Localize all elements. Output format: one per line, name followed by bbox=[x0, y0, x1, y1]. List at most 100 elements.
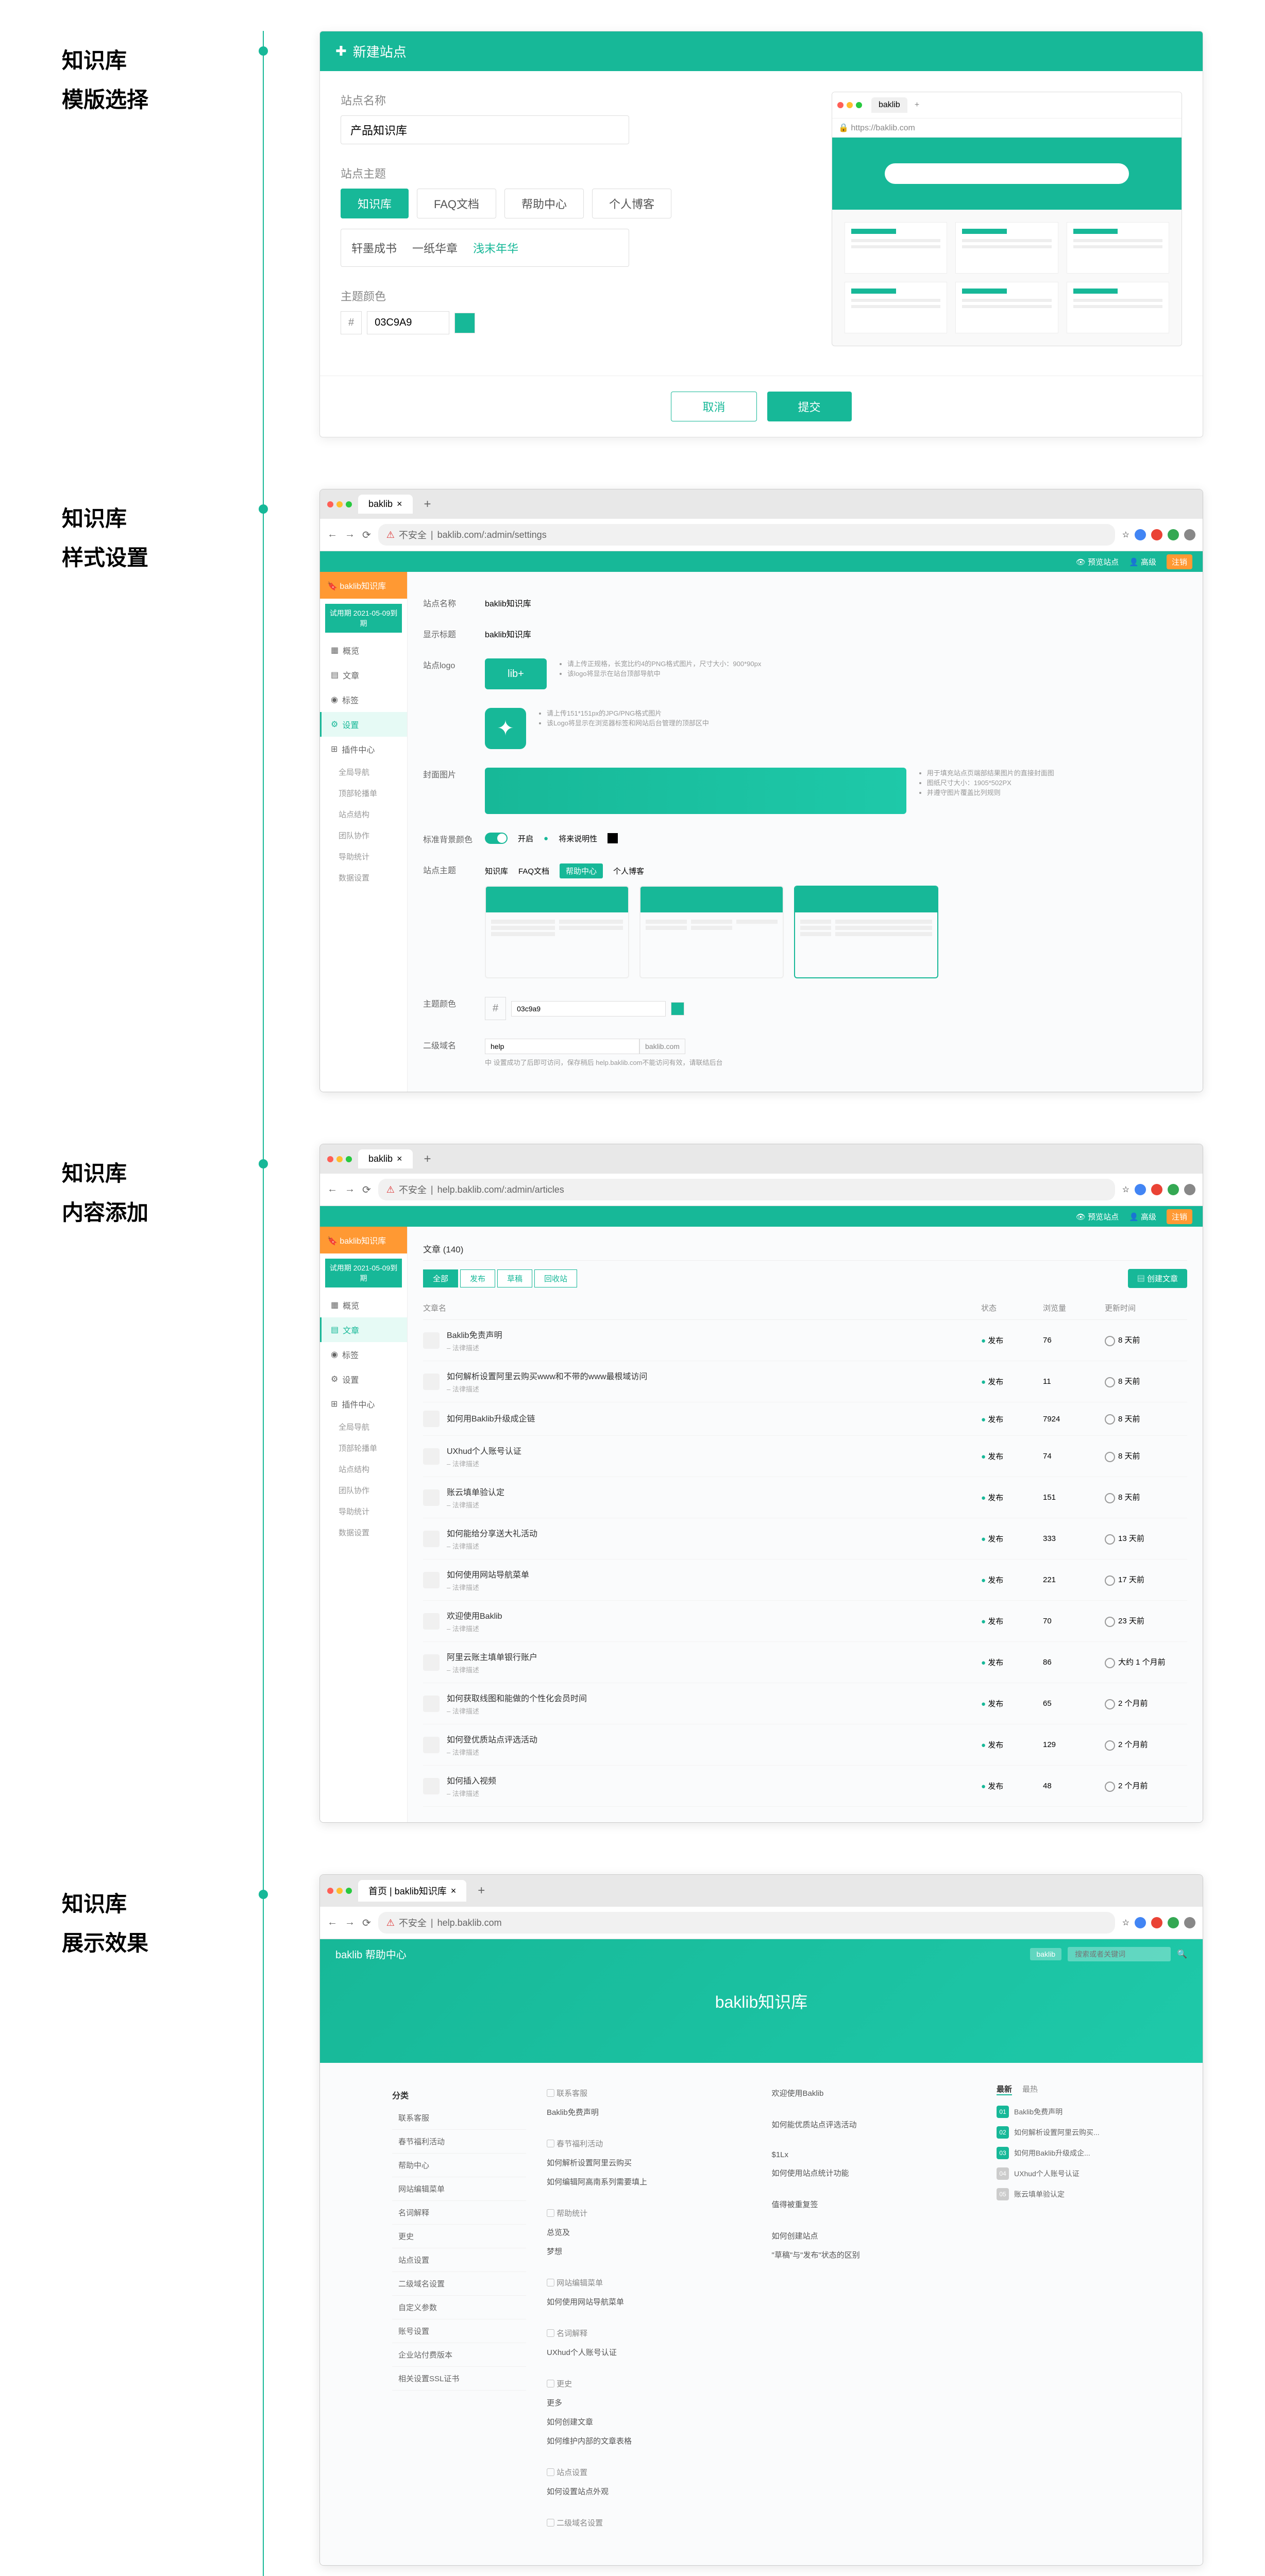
kb-link[interactable]: 如何创建站点 bbox=[772, 2226, 976, 2245]
address-bar[interactable]: ⚠不安全 | help.baklib.com bbox=[378, 1912, 1115, 1934]
color-swatch[interactable] bbox=[454, 313, 475, 333]
sidebar-sub[interactable]: 数据设置 bbox=[320, 1522, 407, 1543]
kb-link[interactable]: "草稿"与"发布"状态的区别 bbox=[772, 2245, 976, 2264]
ext-icon[interactable] bbox=[1168, 1184, 1179, 1195]
sidebar-sub[interactable]: 团队协作 bbox=[320, 825, 407, 846]
address-bar[interactable]: ⚠不安全 | baklib.com/:admin/settings bbox=[378, 524, 1115, 546]
category-item[interactable]: 春节福利活动 bbox=[392, 2130, 526, 2154]
preview-site-link[interactable]: 👁 预览站点 bbox=[1076, 1211, 1119, 1222]
sidebar-sub[interactable]: 顶部轮播单 bbox=[320, 1437, 407, 1459]
recent-item[interactable]: 02如何解析设置阿里云购买... bbox=[997, 2122, 1131, 2143]
search-icon[interactable]: 🔍 bbox=[1177, 1949, 1187, 1959]
sidebar-plugins[interactable]: ⊞ 插件中心 bbox=[320, 1392, 407, 1416]
sidebar-sub[interactable]: 导助统计 bbox=[320, 846, 407, 867]
sidebar-overview[interactable]: ▦ 概览 bbox=[320, 638, 407, 663]
theme-color-input[interactable] bbox=[511, 1001, 666, 1016]
close-icon[interactable]: × bbox=[397, 499, 402, 510]
theme-preview-2[interactable] bbox=[639, 886, 784, 978]
close-icon[interactable]: × bbox=[397, 1154, 402, 1164]
recent-tab-hot[interactable]: 最热 bbox=[1022, 2083, 1038, 2095]
preview-site-link[interactable]: 👁 预览站点 bbox=[1076, 556, 1119, 567]
kb-link[interactable]: 如何使用站点统计功能 bbox=[772, 2163, 976, 2182]
sidebar-articles[interactable]: ▤ 文章 bbox=[320, 663, 407, 687]
theme-preview-3[interactable] bbox=[794, 886, 938, 978]
browser-tab[interactable]: baklib × bbox=[358, 495, 413, 514]
sidebar-sub[interactable]: 导助统计 bbox=[320, 1501, 407, 1522]
sidebar-overview[interactable]: ▦ 概览 bbox=[320, 1293, 407, 1317]
filter-trash[interactable]: 回收站 bbox=[534, 1269, 577, 1287]
sidebar-sub[interactable]: 数据设置 bbox=[320, 867, 407, 888]
sidebar-sub[interactable]: 团队协作 bbox=[320, 1480, 407, 1501]
kb-link[interactable]: Baklib免费声明 bbox=[547, 2103, 751, 2122]
kb-link[interactable]: 如何创建文章 bbox=[547, 2412, 751, 2431]
kb-link[interactable]: 如何解析设置阿里云购买 bbox=[547, 2153, 751, 2172]
table-row[interactable]: 如何解析设置阿里云购买www和不带的www最根域访问– 法律描述● 发布118 … bbox=[423, 1361, 1187, 1402]
filter-all[interactable]: 全部 bbox=[423, 1269, 458, 1287]
new-tab-button[interactable]: + bbox=[419, 497, 436, 512]
browser-tab[interactable]: baklib × bbox=[358, 1149, 413, 1168]
ext-icon[interactable] bbox=[1151, 1184, 1162, 1195]
kb-link[interactable]: UXhud个人账号认证 bbox=[547, 2343, 751, 2362]
ext-icon[interactable] bbox=[1168, 1917, 1179, 1928]
category-item[interactable]: 网站编辑菜单 bbox=[392, 2177, 526, 2201]
forward-icon[interactable]: → bbox=[345, 1917, 355, 1929]
subtheme-2[interactable]: 一纸华章 bbox=[412, 240, 458, 256]
sidebar-articles[interactable]: ▤ 文章 bbox=[320, 1317, 407, 1342]
favicon-upload[interactable]: ✦ bbox=[485, 708, 526, 749]
browser-tab[interactable]: 首页 | baklib知识库 × bbox=[358, 1880, 466, 1902]
sidebar-sub[interactable]: 站点结构 bbox=[320, 1459, 407, 1480]
table-row[interactable]: 账云填单验认定– 法律描述● 发布1518 天前 bbox=[423, 1477, 1187, 1518]
theme-preview-1[interactable] bbox=[485, 886, 629, 978]
kb-link[interactable]: 更多 bbox=[547, 2393, 751, 2412]
color-input[interactable] bbox=[367, 311, 449, 334]
star-icon[interactable]: ☆ bbox=[1122, 1184, 1129, 1195]
sidebar-settings[interactable]: ⚙ 设置 bbox=[320, 712, 407, 737]
table-row[interactable]: 如何使用网站导航菜单– 法律描述● 发布22117 天前 bbox=[423, 1560, 1187, 1601]
table-row[interactable]: 阿里云账主填单银行账户– 法律描述● 发布86大约 1 个月前 bbox=[423, 1642, 1187, 1683]
kb-link[interactable]: 如何使用网站导航菜单 bbox=[547, 2292, 751, 2311]
recent-item[interactable]: 04UXhud个人账号认证 bbox=[997, 2163, 1131, 2184]
kb-link[interactable]: 如何维护内部的文章表格 bbox=[547, 2431, 751, 2450]
filter-published[interactable]: 发布 bbox=[460, 1269, 495, 1287]
theme-tab[interactable]: FAQ文档 bbox=[518, 866, 549, 876]
site-name-input[interactable] bbox=[341, 115, 629, 144]
theme-kb-button[interactable]: 知识库 bbox=[341, 189, 409, 218]
theme-faq-button[interactable]: FAQ文档 bbox=[417, 189, 496, 218]
table-row[interactable]: 如何能给分享送大礼活动– 法律描述● 发布33313 天前 bbox=[423, 1518, 1187, 1560]
bg-toggle[interactable] bbox=[485, 833, 508, 844]
category-item[interactable]: 相关设置SSL证书 bbox=[392, 2367, 526, 2391]
theme-tab[interactable]: 个人博客 bbox=[613, 866, 644, 876]
forward-icon[interactable]: → bbox=[345, 1183, 355, 1196]
new-article-button[interactable]: ▤ 创建文章 bbox=[1128, 1269, 1187, 1288]
category-item[interactable]: 企业站付费版本 bbox=[392, 2343, 526, 2367]
sidebar-plugins[interactable]: ⊞ 插件中心 bbox=[320, 737, 407, 761]
theme-tab[interactable]: 知识库 bbox=[485, 866, 508, 876]
cancel-button[interactable]: 取消 bbox=[671, 392, 756, 421]
kb-brand[interactable]: baklib 帮助中心 bbox=[335, 1946, 407, 1961]
category-item[interactable]: 帮助中心 bbox=[392, 2154, 526, 2177]
reload-icon[interactable]: ⟳ bbox=[362, 1183, 371, 1196]
back-icon[interactable]: ← bbox=[327, 1183, 338, 1196]
color-black[interactable] bbox=[608, 833, 618, 843]
recent-item[interactable]: 03如何用Baklib升级成企... bbox=[997, 2143, 1131, 2163]
ext-icon[interactable] bbox=[1151, 529, 1162, 540]
table-row[interactable]: 如何获取线图和能做的个性化会员时间– 法律描述● 发布652 个月前 bbox=[423, 1683, 1187, 1724]
category-item[interactable]: 站点设置 bbox=[392, 2248, 526, 2272]
kb-link[interactable]: 梦想 bbox=[547, 2242, 751, 2261]
kb-link[interactable]: 欢迎使用Baklib bbox=[772, 2083, 976, 2103]
table-row[interactable]: 如何用Baklib升级成企链● 发布79248 天前 bbox=[423, 1402, 1187, 1436]
sidebar-sub[interactable]: 站点结构 bbox=[320, 804, 407, 825]
star-icon[interactable]: ☆ bbox=[1122, 1918, 1129, 1928]
table-row[interactable]: Baklib免责声明– 法律描述● 发布768 天前 bbox=[423, 1320, 1187, 1361]
table-row[interactable]: 欢迎使用Baklib– 法律描述● 发布7023 天前 bbox=[423, 1601, 1187, 1642]
sidebar-sub[interactable]: 顶部轮播单 bbox=[320, 783, 407, 804]
recent-item[interactable]: 01Baklib免费声明 bbox=[997, 2102, 1131, 2122]
ext-icon[interactable] bbox=[1135, 1917, 1146, 1928]
subdomain-input[interactable] bbox=[485, 1039, 639, 1054]
submit-button[interactable]: 提交 bbox=[767, 392, 852, 421]
kb-link[interactable]: 如何编辑阿高南系列需要填上 bbox=[547, 2172, 751, 2191]
ext-icon[interactable] bbox=[1135, 529, 1146, 540]
address-bar[interactable]: ⚠不安全 | help.baklib.com/:admin/articles bbox=[378, 1179, 1115, 1200]
table-row[interactable]: 如何登优质站点评选活动– 法律描述● 发布1292 个月前 bbox=[423, 1724, 1187, 1766]
table-row[interactable]: UXhud个人账号认证– 法律描述● 发布748 天前 bbox=[423, 1436, 1187, 1477]
